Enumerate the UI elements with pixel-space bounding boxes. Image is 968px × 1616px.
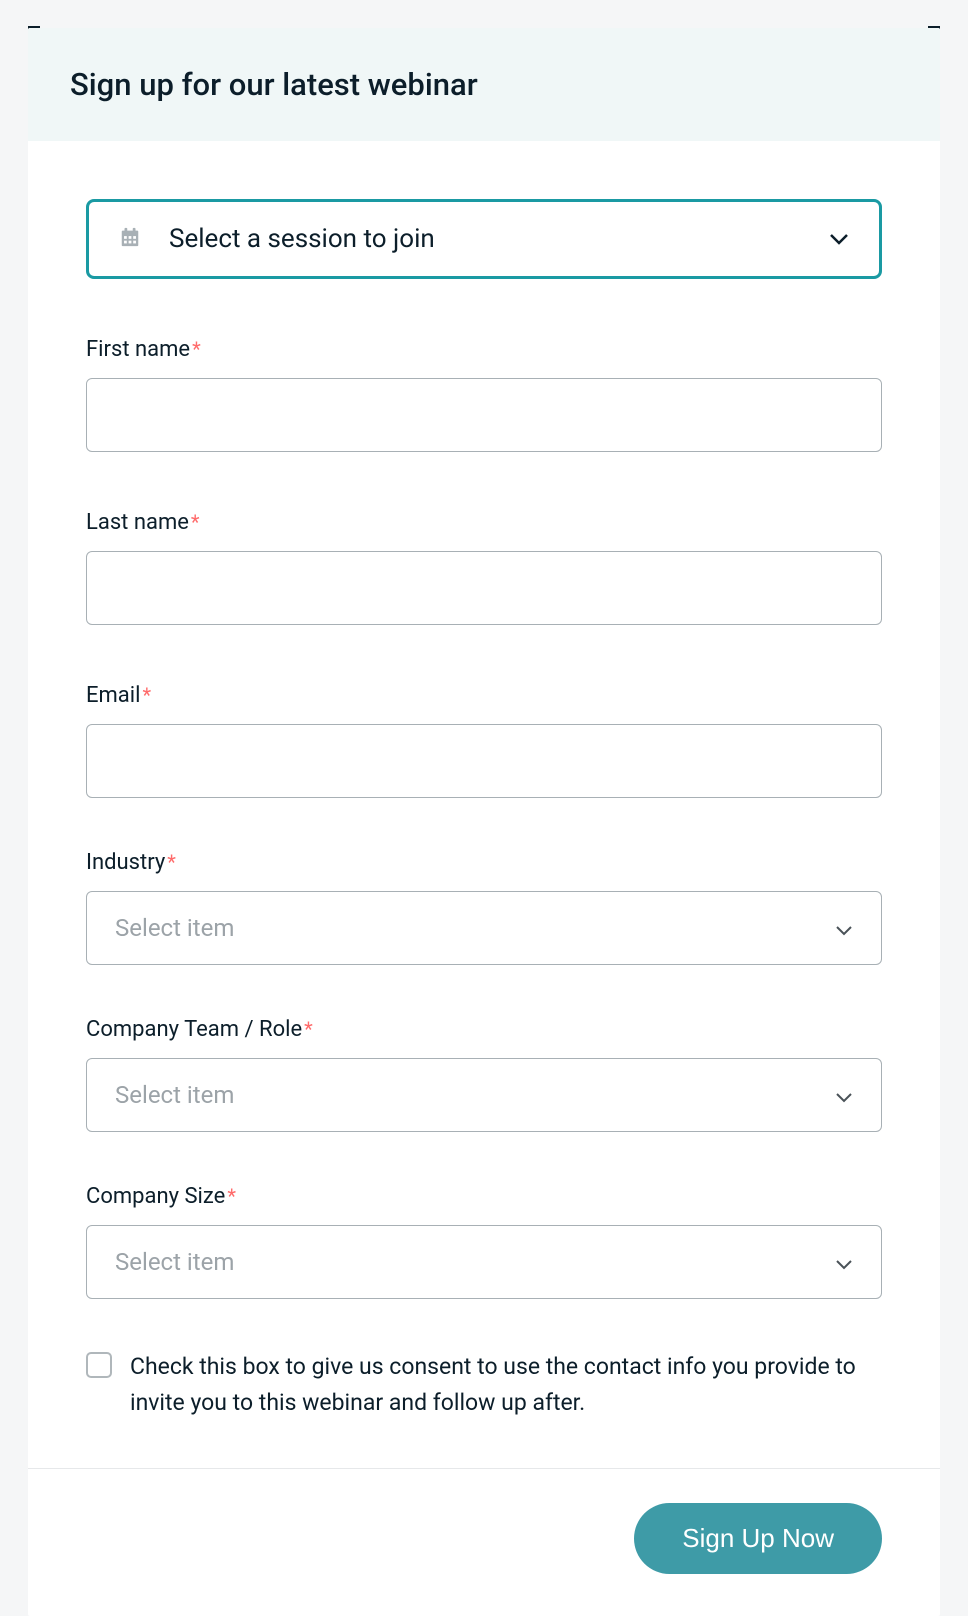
company-size-select-placeholder: Select item — [115, 1248, 234, 1276]
consent-row: Check this box to give us consent to use… — [86, 1349, 882, 1420]
chevron-down-icon — [829, 230, 849, 249]
industry-select[interactable]: Select item — [86, 891, 882, 965]
signup-form-card: Sign up for our latest webinar Select a … — [28, 28, 940, 1616]
calendar-icon — [119, 226, 141, 252]
chevron-down-icon — [835, 1081, 853, 1109]
session-select-placeholder: Select a session to join — [169, 224, 801, 254]
required-star: * — [191, 510, 200, 534]
company-size-select[interactable]: Select item — [86, 1225, 882, 1299]
last-name-group: Last name* — [86, 510, 882, 625]
role-select[interactable]: Select item — [86, 1058, 882, 1132]
consent-label: Check this box to give us consent to use… — [130, 1349, 882, 1420]
industry-group: Industry* Select item — [86, 850, 882, 965]
required-star: * — [227, 1184, 236, 1208]
role-label-text: Company Team / Role — [86, 1017, 302, 1042]
last-name-label: Last name* — [86, 510, 200, 535]
card-header: Sign up for our latest webinar — [28, 28, 940, 141]
chevron-down-icon — [835, 914, 853, 942]
first-name-label-text: First name — [86, 337, 190, 362]
role-group: Company Team / Role* Select item — [86, 1017, 882, 1132]
last-name-label-text: Last name — [86, 510, 189, 535]
industry-label: Industry* — [86, 850, 176, 875]
chevron-down-icon — [835, 1248, 853, 1276]
email-label-text: Email — [86, 683, 140, 708]
email-input[interactable] — [86, 724, 882, 798]
sign-up-button[interactable]: Sign Up Now — [634, 1503, 882, 1574]
required-star: * — [167, 850, 176, 874]
card-footer: Sign Up Now — [28, 1468, 940, 1616]
required-star: * — [142, 683, 151, 707]
industry-select-placeholder: Select item — [115, 914, 234, 942]
company-size-label-text: Company Size — [86, 1184, 225, 1209]
last-name-input[interactable] — [86, 551, 882, 625]
required-star: * — [192, 337, 201, 361]
industry-label-text: Industry — [86, 850, 165, 875]
first-name-label: First name* — [86, 337, 201, 362]
first-name-group: First name* — [86, 337, 882, 452]
required-star: * — [304, 1017, 313, 1041]
first-name-input[interactable] — [86, 378, 882, 452]
session-select[interactable]: Select a session to join — [86, 199, 882, 279]
consent-checkbox[interactable] — [86, 1352, 112, 1378]
card-body: Select a session to join First name* Las… — [28, 141, 940, 1468]
company-size-group: Company Size* Select item — [86, 1184, 882, 1299]
company-size-label: Company Size* — [86, 1184, 236, 1209]
page-title: Sign up for our latest webinar — [70, 66, 898, 103]
email-group: Email* — [86, 683, 882, 798]
role-label: Company Team / Role* — [86, 1017, 313, 1042]
role-select-placeholder: Select item — [115, 1081, 234, 1109]
email-label: Email* — [86, 683, 151, 708]
